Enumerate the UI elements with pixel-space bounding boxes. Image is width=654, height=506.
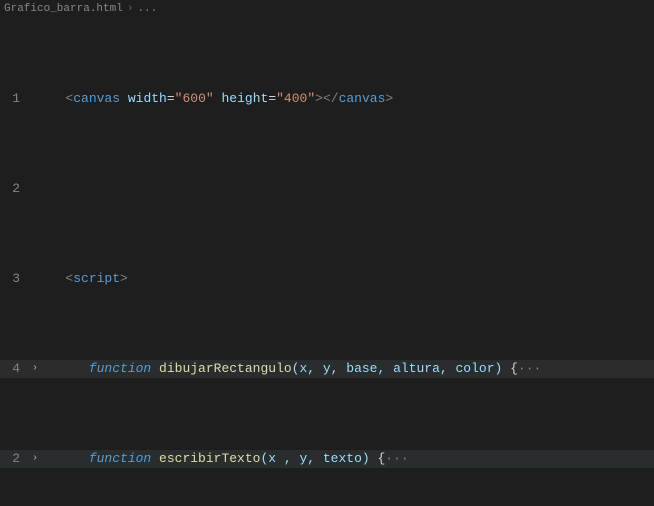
- attr-name: width: [128, 91, 167, 106]
- code-line[interactable]: 4 › function dibujarRectangulo(x, y, bas…: [0, 360, 654, 378]
- code-line[interactable]: 1 <canvas width="600" height="400"></can…: [0, 90, 654, 108]
- params: (x, y, base, altura, color): [292, 361, 503, 376]
- attr-name: height: [222, 91, 269, 106]
- line-number: 2: [0, 180, 28, 198]
- code-line[interactable]: 2 › function escribirTexto(x , y, texto)…: [0, 450, 654, 468]
- breadcrumb-rest: ...: [137, 0, 157, 18]
- code-line[interactable]: 3 <script>: [0, 270, 654, 288]
- code-editor[interactable]: Grafico_barra.html › ... 1 <canvas width…: [0, 0, 654, 506]
- keyword: function: [89, 361, 151, 376]
- line-number: 1: [0, 90, 28, 108]
- line-number: 3: [0, 270, 28, 288]
- keyword: function: [89, 451, 151, 466]
- code-line[interactable]: 2: [0, 180, 654, 198]
- attr-value: "400": [276, 91, 315, 106]
- equals: =: [268, 91, 276, 106]
- breadcrumb-file[interactable]: Grafico_barra.html: [4, 0, 123, 18]
- breadcrumb[interactable]: Grafico_barra.html › ...: [0, 0, 654, 18]
- chevron-right-icon[interactable]: ›: [28, 360, 42, 378]
- function-name: escribirTexto: [159, 451, 260, 466]
- angle-bracket: >: [315, 91, 323, 106]
- tag-name: canvas: [73, 91, 120, 106]
- chevron-right-icon[interactable]: ›: [28, 450, 42, 468]
- equals: =: [167, 91, 175, 106]
- tag-name: script: [73, 271, 120, 286]
- line-number: 4: [0, 360, 28, 378]
- attr-value: "600": [175, 91, 214, 106]
- code-area[interactable]: 1 <canvas width="600" height="400"></can…: [0, 18, 654, 506]
- line-number: 2: [0, 450, 28, 468]
- brace: {: [370, 451, 386, 466]
- params: (x , y, texto): [260, 451, 369, 466]
- fold-ellipsis-icon[interactable]: ···: [518, 361, 541, 376]
- tag-name: canvas: [339, 91, 386, 106]
- breadcrumb-sep-icon: ›: [127, 0, 134, 18]
- angle-bracket: >: [385, 91, 393, 106]
- function-name: dibujarRectangulo: [159, 361, 292, 376]
- code-lines[interactable]: 1 <canvas width="600" height="400"></can…: [0, 18, 654, 506]
- brace: {: [502, 361, 518, 376]
- angle-bracket: </: [323, 91, 339, 106]
- angle-bracket: >: [120, 271, 128, 286]
- fold-ellipsis-icon[interactable]: ···: [385, 451, 408, 466]
